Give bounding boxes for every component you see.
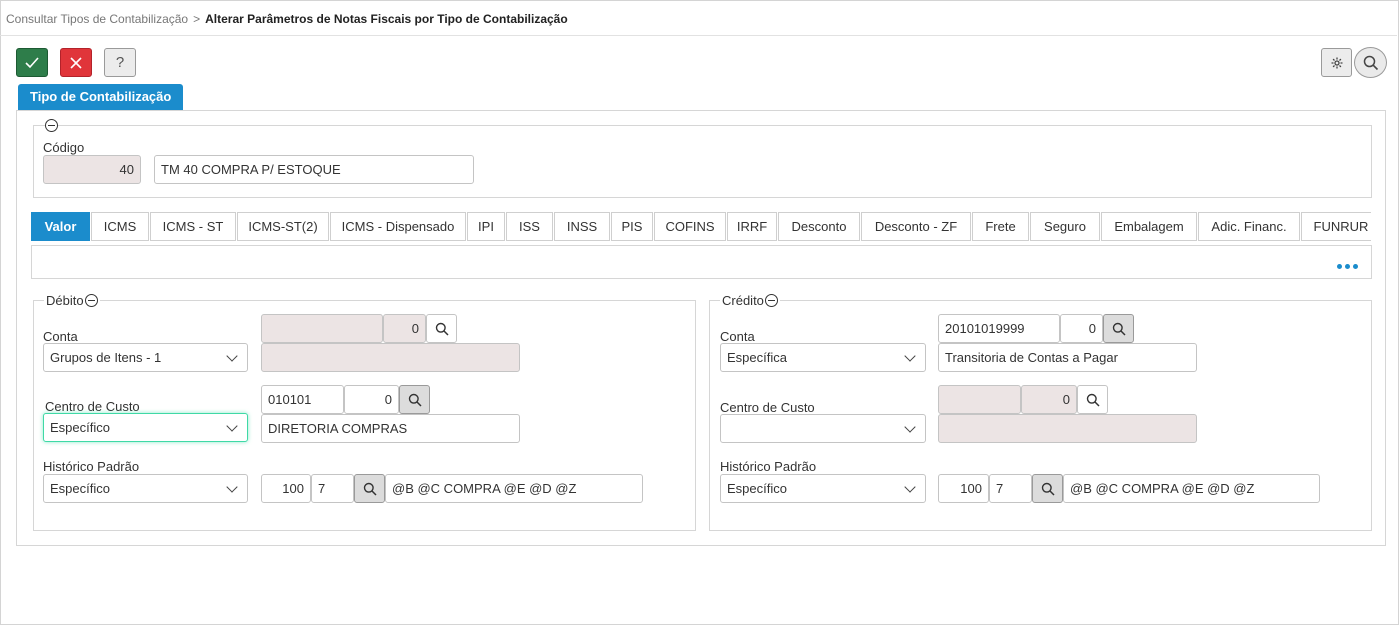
debito-cc-codigo-field[interactable]: 010101 <box>261 385 344 414</box>
breadcrumb-parent-link[interactable]: Consultar Tipos de Contabilização <box>6 12 188 26</box>
search-icon <box>1086 393 1100 407</box>
confirm-button[interactable] <box>16 48 48 77</box>
search-icon <box>435 322 449 336</box>
debito-historico-digito-field[interactable]: 7 <box>311 474 354 503</box>
credito-historico-codigo-field[interactable]: 100 <box>938 474 989 503</box>
credito-conta-descricao-field[interactable]: Transitoria de Contas a Pagar <box>938 343 1197 372</box>
header-divider <box>0 35 1397 36</box>
debito-cc-descricao-field[interactable]: DIRETORIA COMPRAS <box>261 414 520 443</box>
search-icon <box>1112 322 1126 336</box>
tab-icms-st-2[interactable]: ICMS-ST(2) <box>237 212 329 241</box>
breadcrumb-current: Alterar Parâmetros de Notas Fiscais por … <box>205 12 568 26</box>
debito-conta-search-button[interactable] <box>426 314 457 343</box>
credito-cc-codigo-field[interactable] <box>938 385 1021 414</box>
credito-conta-tipo-select[interactable]: Específica <box>720 343 926 372</box>
tab-icms[interactable]: ICMS <box>91 212 149 241</box>
debito-conta-descricao-field[interactable] <box>261 343 520 372</box>
credito-legend-label: Crédito <box>722 293 764 308</box>
credito-cc-tipo-select[interactable] <box>720 414 926 443</box>
debito-historico-tipo-select[interactable]: Específico <box>43 474 248 503</box>
descricao-field[interactable]: TM 40 COMPRA P/ ESTOQUE <box>154 155 474 184</box>
section-tab-tipo-contabilizacao[interactable]: Tipo de Contabilização <box>18 84 184 110</box>
debito-conta-label: Conta <box>43 329 78 344</box>
close-icon <box>70 56 82 69</box>
codigo-label: Código <box>43 140 85 155</box>
debito-cc-search-button[interactable] <box>399 385 430 414</box>
credito-legend: Crédito <box>720 293 780 308</box>
credito-historico-texto-field[interactable]: @B @C COMPRA @E @D @Z <box>1063 474 1320 503</box>
credito-cc-descricao-field[interactable] <box>938 414 1197 443</box>
search-icon <box>408 393 422 407</box>
tab-adic-financ[interactable]: Adic. Financ. <box>1198 212 1300 241</box>
collapse-credito-icon[interactable] <box>764 294 778 307</box>
tab-funrur[interactable]: FUNRUR <box>1301 212 1371 241</box>
check-icon <box>25 56 39 68</box>
tab-ipi[interactable]: IPI <box>467 212 505 241</box>
credito-historico-search-button[interactable] <box>1032 474 1063 503</box>
collapse-debito-icon[interactable] <box>84 294 98 307</box>
cancel-button[interactable] <box>60 48 92 77</box>
credito-cc-search-button[interactable] <box>1077 385 1108 414</box>
credito-historico-label: Histórico Padrão <box>720 459 817 474</box>
more-options-icon[interactable] <box>1337 264 1358 269</box>
search-icon <box>1363 55 1378 70</box>
debito-legend-label: Débito <box>46 293 84 308</box>
tab-panel <box>31 245 1372 279</box>
breadcrumb: Consultar Tipos de Contabilização > Altera… <box>6 12 568 26</box>
tab-valor[interactable]: Valor <box>31 212 90 241</box>
credito-cc-label: Centro de Custo <box>720 400 815 415</box>
debito-historico-codigo-field[interactable]: 100 <box>261 474 311 503</box>
tab-desconto-zf[interactable]: Desconto - ZF <box>861 212 971 241</box>
codigo-field[interactable]: 40 <box>43 155 141 184</box>
search-icon <box>363 482 377 496</box>
gear-icon <box>1331 57 1342 68</box>
tab-desconto[interactable]: Desconto <box>778 212 860 241</box>
debito-conta-tipo-select[interactable]: Grupos de Itens - 1 <box>43 343 248 372</box>
search-icon <box>1041 482 1055 496</box>
credito-conta-search-button[interactable] <box>1103 314 1134 343</box>
tab-cofins[interactable]: COFINS <box>654 212 726 241</box>
credito-historico-tipo-select[interactable]: Específico <box>720 474 926 503</box>
debito-conta-codigo-field[interactable] <box>261 314 383 343</box>
settings-button[interactable] <box>1321 48 1352 77</box>
tab-embalagem[interactable]: Embalagem <box>1101 212 1197 241</box>
tab-bar: Valor ICMS ICMS - ST ICMS-ST(2) ICMS - Dispe… <box>31 212 1371 241</box>
debito-cc-tipo-select[interactable]: Específico <box>43 413 248 442</box>
global-search-button[interactable] <box>1354 47 1387 78</box>
tab-pis[interactable]: PIS <box>611 212 653 241</box>
debito-cc-label: Centro de Custo <box>45 399 140 414</box>
tab-inss[interactable]: INSS <box>554 212 610 241</box>
debito-historico-search-button[interactable] <box>354 474 385 503</box>
credito-historico-digito-field[interactable]: 7 <box>989 474 1032 503</box>
credito-conta-codigo-field[interactable]: 20101019999 <box>938 314 1060 343</box>
collapse-header-icon[interactable] <box>45 119 58 132</box>
debito-legend: Débito <box>44 293 100 308</box>
debito-historico-texto-field[interactable]: @B @C COMPRA @E @D @Z <box>385 474 643 503</box>
breadcrumb-separator: > <box>193 12 201 26</box>
help-button[interactable]: ? <box>104 48 136 77</box>
tab-icms-st[interactable]: ICMS - ST <box>150 212 236 241</box>
tab-iss[interactable]: ISS <box>506 212 553 241</box>
tab-irrf[interactable]: IRRF <box>727 212 777 241</box>
debito-conta-digito-field[interactable]: 0 <box>383 314 426 343</box>
credito-conta-label: Conta <box>720 329 755 344</box>
debito-cc-digito-field[interactable]: 0 <box>344 385 399 414</box>
tab-seguro[interactable]: Seguro <box>1030 212 1100 241</box>
tab-frete[interactable]: Frete <box>972 212 1029 241</box>
credito-conta-digito-field[interactable]: 0 <box>1060 314 1103 343</box>
credito-cc-digito-field[interactable]: 0 <box>1021 385 1077 414</box>
debito-historico-label: Histórico Padrão <box>43 459 140 474</box>
tab-icms-dispensado[interactable]: ICMS - Dispensado <box>330 212 466 241</box>
help-icon: ? <box>115 54 125 71</box>
